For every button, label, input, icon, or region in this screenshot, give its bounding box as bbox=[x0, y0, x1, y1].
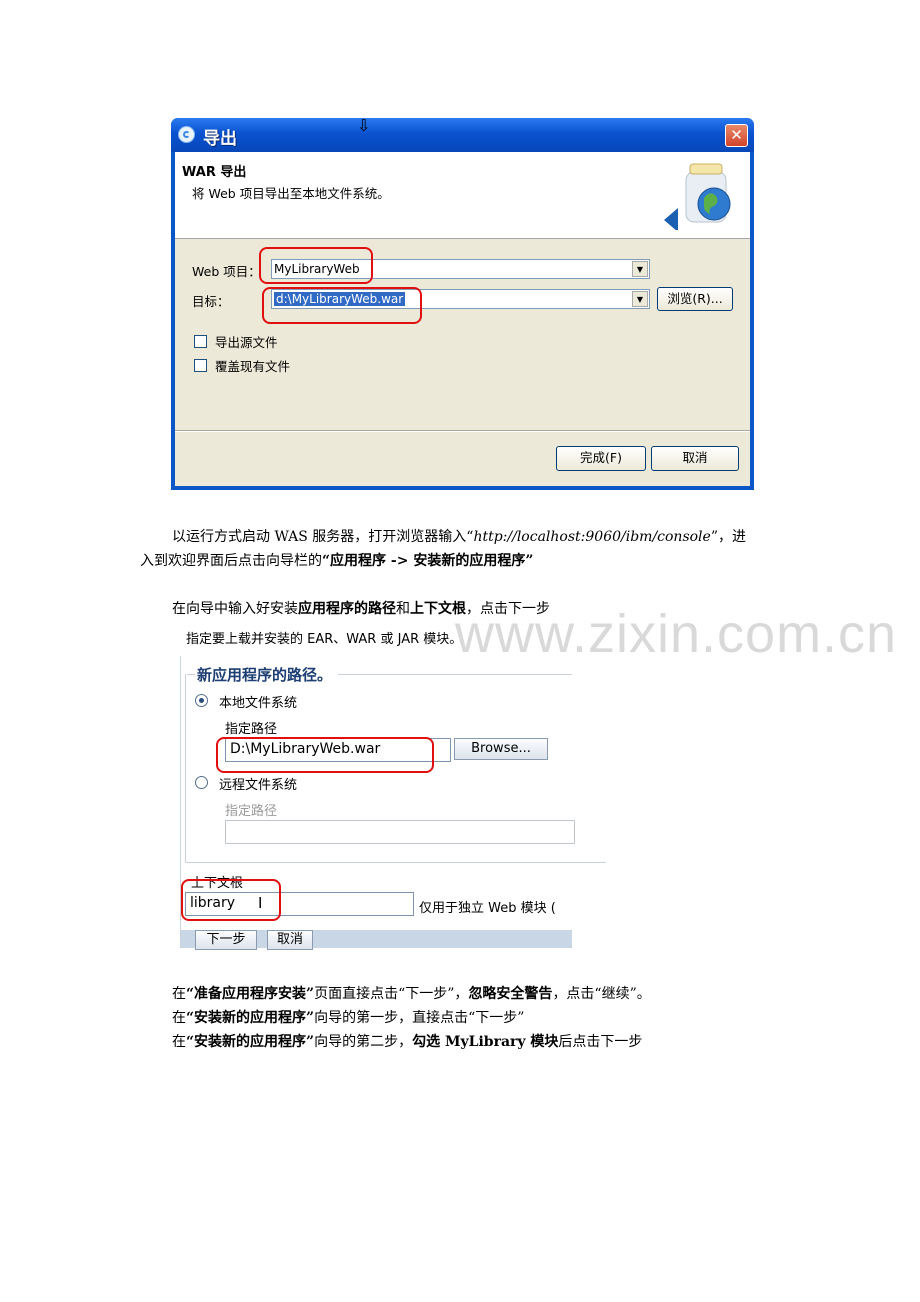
console-url: http://localhost:9060/ibm/console bbox=[473, 529, 711, 545]
web-project-label: Web 项目： bbox=[192, 264, 261, 279]
finish-button[interactable]: 完成(F) bbox=[556, 446, 646, 471]
banner-description: 将 Web 项目导出至本地文件系统。 bbox=[192, 186, 390, 201]
export-dialog: 导出 ⇩ ✕ WAR 导出 将 Web 项目导出至本地文件系统。 Web 项目：… bbox=[171, 116, 754, 490]
eclipse-icon bbox=[178, 126, 195, 143]
jar-globe-icon bbox=[664, 163, 731, 230]
checkbox-box[interactable] bbox=[194, 359, 207, 372]
dialog-body: WAR 导出 将 Web 项目导出至本地文件系统。 Web 项目： MyLibr… bbox=[175, 152, 750, 486]
path-legend: 新应用程序的路径。 bbox=[195, 664, 339, 685]
local-path-label: 指定路径 bbox=[225, 722, 278, 737]
browse-button[interactable]: 浏览(R)... bbox=[657, 287, 733, 311]
local-fs-radio[interactable] bbox=[195, 694, 208, 707]
paragraph-line-5: 在“安装新的应用程序”向导的第一步，直接点击“下一步” bbox=[172, 1010, 525, 1026]
banner-title: WAR 导出 bbox=[182, 165, 247, 180]
cancel-button[interactable]: 取消 bbox=[651, 446, 739, 471]
was-browse-button[interactable]: Browse... bbox=[454, 738, 548, 760]
highlight-web-project bbox=[259, 247, 373, 284]
remote-fs-radio[interactable] bbox=[195, 776, 208, 789]
highlight-local-path bbox=[216, 737, 434, 773]
dialog-banner: WAR 导出 将 Web 项目导出至本地文件系统。 bbox=[175, 152, 750, 239]
mouse-cursor-icon: ⇩ bbox=[357, 116, 371, 135]
was-caption: 指定要上载并安装的 EAR、WAR 或 JAR 模块。 bbox=[186, 632, 463, 647]
paragraph-line-4: 在“准备应用程序安装”页面直接点击“下一步”，忽略安全警告，点击“继续”。 bbox=[172, 986, 651, 1002]
chevron-down-icon[interactable]: ▼ bbox=[632, 261, 648, 277]
overwrite-label: 覆盖现有文件 bbox=[215, 359, 291, 374]
overwrite-checkbox[interactable]: 覆盖现有文件 bbox=[194, 356, 290, 375]
dialog-separator bbox=[175, 430, 750, 432]
paragraph-line-1: 以运行方式启动 WAS 服务器，打开浏览器输入“http://localhost… bbox=[172, 529, 746, 545]
highlight-target bbox=[262, 287, 422, 324]
was-cancel-button[interactable]: 取消 bbox=[267, 930, 313, 950]
chevron-down-icon[interactable]: ▼ bbox=[632, 291, 648, 307]
remote-fs-label: 远程文件系统 bbox=[219, 778, 298, 793]
dialog-titlebar[interactable]: 导出 ⇩ ✕ bbox=[171, 116, 754, 152]
paragraph-line-6: 在“安装新的应用程序”向导的第二步，勾选 MyLibrary 模块后点击下一步 bbox=[172, 1034, 643, 1050]
close-button[interactable]: ✕ bbox=[725, 124, 748, 147]
checkbox-box[interactable] bbox=[194, 335, 207, 348]
dialog-title: 导出 bbox=[203, 129, 237, 149]
remote-path-label: 指定路径 bbox=[225, 804, 278, 819]
paragraph-line-2: 入到欢迎界面后点击向导栏的“应用程序 -> 安装新的应用程序” bbox=[140, 553, 534, 569]
local-fs-label: 本地文件系统 bbox=[219, 696, 298, 711]
context-note: 仅用于独立 Web 模块 ( bbox=[419, 901, 556, 916]
remote-path-input[interactable] bbox=[225, 820, 575, 844]
target-label: 目标： bbox=[192, 294, 230, 309]
next-button[interactable]: 下一步 bbox=[195, 930, 257, 950]
export-source-checkbox[interactable]: 导出源文件 bbox=[194, 332, 278, 351]
export-source-label: 导出源文件 bbox=[215, 335, 278, 350]
highlight-context-root bbox=[181, 879, 281, 921]
